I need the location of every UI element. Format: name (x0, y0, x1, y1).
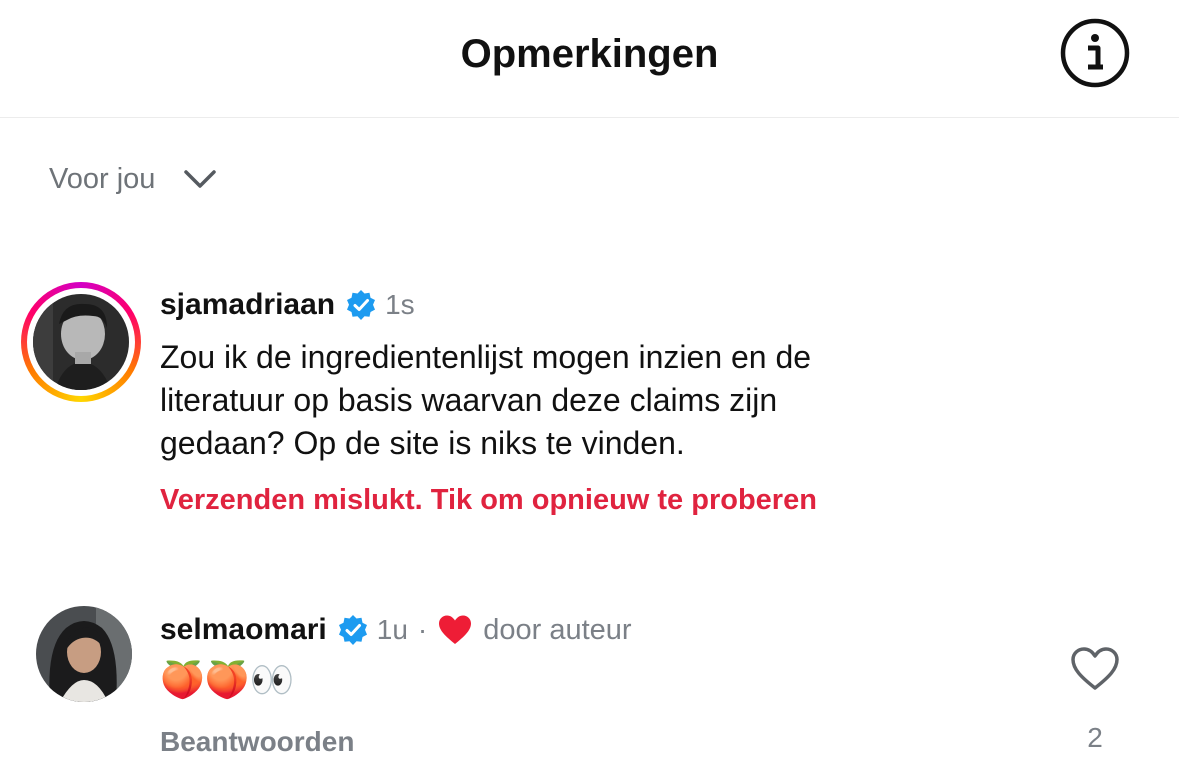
sort-label: Voor jou (49, 163, 156, 195)
comment-time: 1s (385, 289, 415, 320)
comment-text: Zou ik de ingredientenlijst mogen inzien… (160, 336, 1060, 465)
separator-dot: · (417, 614, 428, 645)
avatar[interactable] (33, 294, 129, 390)
page-title: Opmerkingen (460, 32, 719, 76)
liked-by-author-label: door auteur (483, 613, 632, 646)
heart-outline-icon (1071, 647, 1119, 690)
verified-badge-icon (347, 290, 376, 320)
like-count: 2 (1087, 722, 1103, 753)
verified-badge-icon (338, 615, 367, 645)
info-icon[interactable] (1058, 16, 1132, 90)
emoji-text: 🍑🍑👀 (160, 660, 295, 701)
comment-text-line: gedaan? Op de site is niks te vinden. (160, 425, 685, 461)
comment-username[interactable]: sjamadriaan (160, 288, 335, 322)
reply-button[interactable]: Beantwoorden (160, 726, 354, 758)
retry-send-link[interactable]: Verzenden mislukt. Tik om opnieuw te pro… (160, 484, 817, 517)
comment-text-line: literatuur op basis waarvan deze claims … (160, 382, 778, 418)
like-button[interactable] (1070, 646, 1120, 692)
comment-username[interactable]: selmaomari (160, 613, 327, 647)
heart-filled-icon (439, 615, 472, 644)
comment-text-line: Zou ik de ingredientenlijst mogen inzien… (160, 339, 812, 375)
avatar[interactable] (36, 606, 132, 702)
comment-time: 1u (376, 614, 408, 645)
chevron-down-icon (184, 170, 217, 188)
comment-text: 🍑🍑👀 (160, 658, 294, 704)
header-bar: Opmerkingen (0, 0, 1179, 118)
sort-dropdown[interactable]: Voor jou (49, 158, 217, 200)
